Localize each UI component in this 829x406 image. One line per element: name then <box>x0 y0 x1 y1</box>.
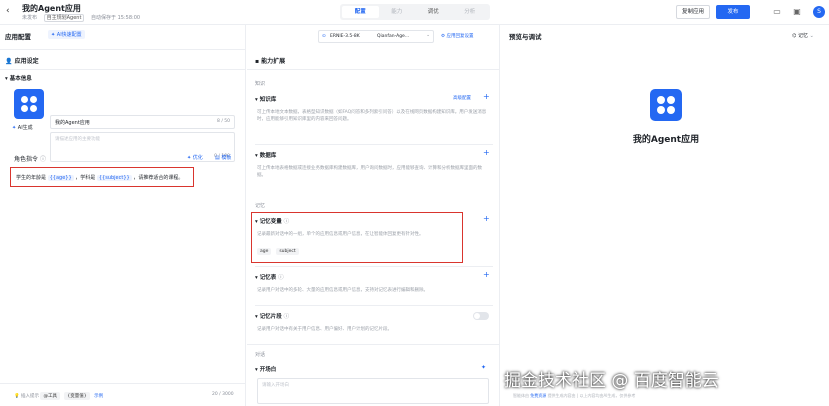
instruction-count: 20 / 3000 <box>212 392 234 397</box>
memory-fragment-toggle[interactable]: ▾ 记忆片段 ⓘ <box>255 312 289 320</box>
app-meta: 未发布 自主规划Agent 自动保存于 15:58:00 <box>22 14 145 22</box>
app-logo-icon <box>657 96 675 114</box>
knowledge-advanced-link[interactable]: 高级配置 <box>453 95 471 101</box>
opening-input[interactable]: 请输入开场白 <box>257 378 489 404</box>
avatar[interactable]: S <box>813 6 825 18</box>
tab-tuning[interactable]: 调优 <box>415 6 452 18</box>
memory-variable-description: 记录最新对话中的一组，单个的应用信息或用户信息，在让智能体回复更有针对性。 <box>257 232 424 237</box>
memory-table-toggle[interactable]: ▾ 记忆表 ⓘ <box>255 273 284 281</box>
database-description: 可上传本地表格数据或连接业务数据库构建数据库，用户询问数据时，应用能够查询、计算… <box>257 166 482 178</box>
back-arrow-icon[interactable]: ‹ <box>6 6 16 16</box>
help-icon[interactable]: ⓘ <box>284 219 290 225</box>
group-knowledge: 知识 <box>255 81 266 87</box>
variable-subject[interactable]: {{subject}} <box>96 175 132 181</box>
top-bar: ‹ 我的Agent应用 未发布 自主规划Agent 自动保存于 15:58:00… <box>0 0 829 25</box>
autosave-time: 自动保存于 15:58:00 <box>91 15 141 21</box>
app-description-input[interactable]: 请描述应用的主要功能 0 / 100 <box>50 132 235 162</box>
ai-generate-button[interactable]: ✦ AI生成 <box>12 124 33 131</box>
preview-app-logo <box>650 89 682 121</box>
copy-app-button[interactable]: 复制应用 <box>676 5 710 19</box>
optimize-button[interactable]: ✦ 优化 <box>187 154 203 161</box>
divider <box>255 305 493 306</box>
add-database-icon[interactable]: + <box>483 148 490 157</box>
tab-ability[interactable]: 能力 <box>379 6 416 18</box>
panel-title: 应用配置 <box>5 33 31 41</box>
insert-tool-button[interactable]: @工具 <box>40 392 60 400</box>
knowledge-toggle[interactable]: ▾ 知识库 <box>255 95 276 103</box>
memory-fragment-switch[interactable] <box>473 312 489 320</box>
help-icon[interactable]: ⓘ <box>284 314 290 320</box>
book-icon[interactable]: ▭ <box>772 7 782 17</box>
divider <box>0 383 246 384</box>
free-resource-link[interactable]: 免费资源 <box>530 393 546 398</box>
app-logo-icon <box>21 96 37 112</box>
role-instruction-input[interactable]: 学生的年龄是 {{age}} ，学科是 {{subject}} ，请推荐适合的课… <box>16 174 183 181</box>
main-tabs: 配置 能力 调优 分析 <box>340 4 490 20</box>
agent-mode-badge: 自主规划Agent <box>43 14 85 22</box>
help-icon[interactable]: ⓘ <box>278 275 284 281</box>
app-config-panel: 应用配置 ✦ AI快速配置 👤 应用设定 ▾ 基本信息 ✦ AI生成 我的Age… <box>0 25 246 406</box>
watermark: 掘金技术社区 @ 百度智能云 <box>504 371 719 391</box>
group-dialog: 对话 <box>255 352 266 358</box>
memory-table-description: 记录用户对话中的多轮、大量的应用信息或用户信息，支持对记忆表进行编辑和删除。 <box>257 288 428 293</box>
ability-panel: ▪ 能力扩展 知识 ▾ 知识库 高级配置 + 可上传本地文本数据，表格型知识数据… <box>247 25 500 406</box>
preview-title: 预览与调试 <box>509 33 542 41</box>
memory-variable-toggle[interactable]: ▾ 记忆变量 ⓘ <box>255 217 289 225</box>
ability-title: ▪ 能力扩展 <box>255 58 286 65</box>
preview-panel: 预览与调试 ⌬ 记忆 ⌄ 我的Agent应用 智能体由 免费资源 提供生成内容由… <box>501 25 829 406</box>
app-title: 我的Agent应用 <box>22 4 81 13</box>
opening-ai-icon[interactable]: ✦ <box>481 364 486 371</box>
app-avatar[interactable] <box>14 89 44 119</box>
tab-analysis[interactable]: 分析 <box>452 6 489 18</box>
preview-footer: 智能体由 免费资源 提供生成内容由 | 以上内容均由AI生成，仅供参考 <box>513 393 636 398</box>
divider <box>247 344 500 345</box>
group-memory: 记忆 <box>255 203 266 209</box>
memory-variable-tags: age subject <box>257 247 302 255</box>
database-toggle[interactable]: ▾ 数据库 <box>255 151 276 159</box>
publish-button[interactable]: 发布 <box>716 5 750 19</box>
chevron-down-icon: ⌄ <box>809 33 814 39</box>
knowledge-description: 可上传本地文本数据，表格型知识数据（如FAQ问答和多列索引问答）以及在线网页数据… <box>257 110 487 122</box>
bulb-icon: 💡 <box>14 394 22 399</box>
instruction-footer: 💡 插入提示 @工具 {变量值} 示例 <box>14 392 104 400</box>
app-name-input[interactable]: 我的Agent应用 8 / 50 <box>50 115 235 129</box>
divider <box>0 69 246 70</box>
example-link[interactable]: 示例 <box>94 394 103 399</box>
add-memory-variable-icon[interactable]: + <box>483 214 490 223</box>
opening-toggle[interactable]: ▾ 开场白 <box>255 365 276 373</box>
tab-config[interactable]: 配置 <box>342 6 379 18</box>
role-instruction-title: 角色指令 ⓘ <box>14 156 46 163</box>
variable-age[interactable]: {{age}} <box>47 175 74 181</box>
divider <box>255 144 493 145</box>
add-knowledge-icon[interactable]: + <box>483 92 490 101</box>
memory-tag-subject[interactable]: subject <box>276 248 299 255</box>
add-memory-table-icon[interactable]: + <box>483 270 490 279</box>
help-icon[interactable]: ⓘ <box>40 156 46 163</box>
divider <box>247 69 500 70</box>
preview-app-name: 我的Agent应用 <box>632 135 700 145</box>
settings-section-title: 👤 应用设定 <box>5 58 39 65</box>
template-button[interactable]: ▤ 模板 <box>215 154 231 161</box>
divider <box>0 49 246 50</box>
layout-icon[interactable]: ▣ <box>792 7 802 17</box>
user-icon: 👤 <box>5 58 15 65</box>
ai-config-button[interactable]: ✦ AI快速配置 <box>48 30 85 39</box>
memory-tag-age[interactable]: age <box>257 248 272 255</box>
memory-fragment-description: 记录用户对话中有关于用户信息、用户偏好、用户计划的记忆片段。 <box>257 327 392 332</box>
divider <box>255 266 493 267</box>
insert-variable-button[interactable]: {变量值} <box>64 392 90 400</box>
status-badge: 未发布 <box>22 15 38 21</box>
memory-menu[interactable]: ⌬ 记忆 ⌄ <box>792 32 814 39</box>
basic-info-toggle[interactable]: ▾ 基本信息 <box>5 74 32 82</box>
